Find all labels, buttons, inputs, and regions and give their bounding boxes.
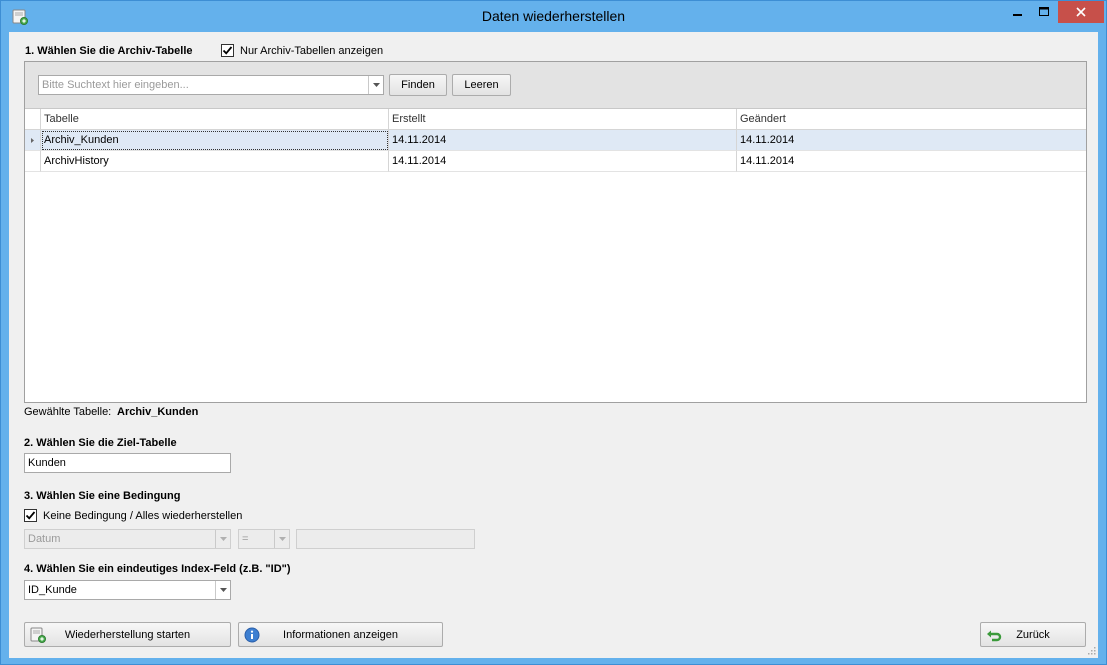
selected-table-value: Archiv_Kunden	[117, 406, 199, 418]
table-cell-name[interactable]: ArchivHistory	[41, 151, 389, 172]
checkmark-icon	[25, 511, 36, 520]
selected-table-label: Gewählte Tabelle:	[24, 406, 112, 418]
target-table-value: Kunden	[28, 457, 66, 469]
condition-operator-value: =	[242, 533, 249, 545]
column-header-created[interactable]: Erstellt	[389, 109, 737, 130]
section4-heading: 4. Wählen Sie ein eindeutiges Index-Feld…	[24, 563, 291, 575]
column-header-modified[interactable]: Geändert	[737, 109, 1086, 130]
section3-heading: 3. Wählen Sie eine Bedingung	[24, 490, 181, 502]
window-title: Daten wiederherstellen	[481, 8, 626, 24]
condition-operator-select[interactable]: =	[238, 529, 290, 549]
row-indicator[interactable]	[25, 151, 41, 172]
chevron-down-icon[interactable]	[215, 581, 230, 599]
only-archive-label: Nur Archiv-Tabellen anzeigen	[240, 45, 384, 57]
back-button[interactable]: Zurück	[980, 622, 1086, 647]
find-button[interactable]: Finden	[389, 74, 447, 96]
close-button[interactable]	[1058, 1, 1104, 23]
table-cell-created[interactable]: 14.11.2014	[389, 151, 737, 172]
search-placeholder: Bitte Suchtext hier eingeben...	[42, 79, 189, 91]
archive-table-grid: Bitte Suchtext hier eingeben... Finden L…	[24, 61, 1087, 403]
table-cell-name[interactable]: Archiv_Kunden	[41, 130, 389, 151]
start-restore-button[interactable]: Wiederherstellung starten	[24, 622, 231, 647]
clear-button[interactable]: Leeren	[452, 74, 511, 96]
row-indicator[interactable]	[25, 130, 41, 151]
no-condition-label: Keine Bedingung / Alles wiederherstellen	[43, 510, 243, 522]
column-header-table[interactable]: Tabelle	[41, 109, 389, 130]
title-bar: Daten wiederherstellen	[1, 1, 1106, 32]
minimize-button[interactable]	[1005, 1, 1031, 23]
condition-value-input[interactable]	[296, 529, 475, 549]
section1-heading: 1. Wählen Sie die Archiv-Tabelle	[25, 45, 193, 57]
dialog-body: 1. Wählen Sie die Archiv-Tabelle Nur Arc…	[9, 32, 1098, 658]
show-info-button[interactable]: Informationen anzeigen	[238, 622, 443, 647]
index-field-select[interactable]: ID_Kunde	[24, 580, 231, 600]
search-strip: Bitte Suchtext hier eingeben... Finden L…	[25, 62, 1086, 109]
table-cell-modified[interactable]: 14.11.2014	[737, 151, 1086, 172]
row-indicator-header	[25, 109, 41, 130]
maximize-button[interactable]	[1031, 1, 1057, 23]
search-input[interactable]: Bitte Suchtext hier eingeben...	[38, 75, 384, 95]
back-label: Zurück	[1016, 629, 1050, 641]
restore-data-window: Daten wiederherstellen 1. Wählen Sie die…	[0, 0, 1107, 665]
condition-field-select[interactable]: Datum	[24, 529, 231, 549]
checkmark-icon	[222, 46, 233, 55]
table-cell-modified[interactable]: 14.11.2014	[737, 130, 1086, 151]
target-table-input[interactable]: Kunden	[24, 453, 231, 473]
current-row-arrow-icon	[31, 138, 34, 143]
show-info-label: Informationen anzeigen	[283, 629, 398, 641]
condition-field-value: Datum	[28, 533, 61, 545]
chevron-down-icon[interactable]	[215, 530, 230, 548]
resize-grip-icon[interactable]	[1087, 646, 1096, 658]
no-condition-checkbox[interactable]	[24, 509, 37, 522]
index-field-value: ID_Kunde	[28, 584, 77, 596]
table-cell-created[interactable]: 14.11.2014	[389, 130, 737, 151]
start-restore-label: Wiederherstellung starten	[64, 629, 191, 641]
section2-heading: 2. Wählen Sie die Ziel-Tabelle	[24, 437, 177, 449]
only-archive-checkbox[interactable]	[221, 44, 234, 57]
chevron-down-icon[interactable]	[368, 76, 383, 94]
chevron-down-icon[interactable]	[274, 530, 289, 548]
